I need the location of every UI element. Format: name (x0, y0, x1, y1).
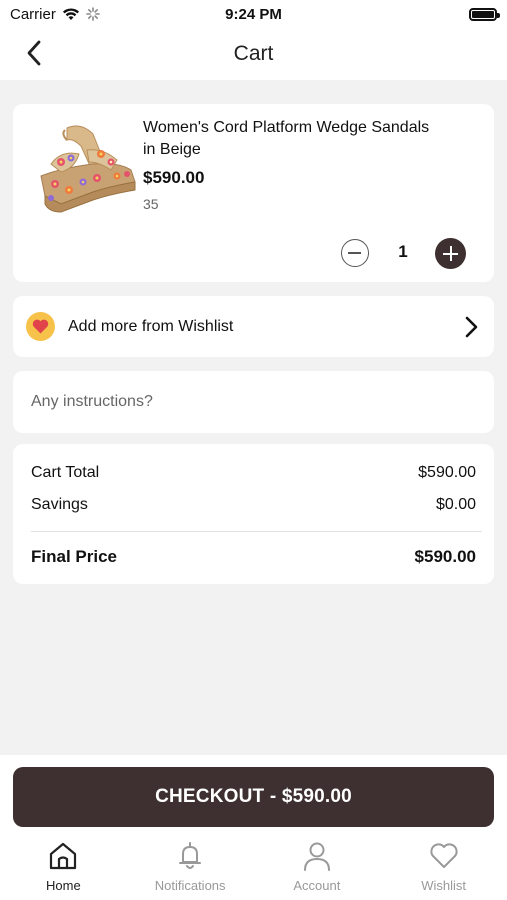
battery-icon (469, 7, 500, 21)
home-icon (50, 842, 77, 870)
carrier-label: Carrier (10, 5, 56, 23)
final-price-row: Final Price $590.00 (31, 547, 476, 567)
instructions-card (13, 371, 494, 433)
quantity-value: 1 (398, 242, 408, 261)
tab-notifications-label: Notifications (154, 878, 226, 893)
increase-quantity-button[interactable] (435, 238, 466, 269)
tab-account[interactable]: Account (254, 840, 381, 900)
tab-bar: Home Notifications Account Wishlist (0, 840, 507, 900)
price-summary-card: Cart Total $590.00 Savings $0.00 Final P… (13, 444, 494, 584)
status-left: Carrier (10, 6, 100, 23)
add-from-wishlist-row[interactable]: Add more from Wishlist (13, 296, 494, 357)
savings-value: $0.00 (435, 496, 476, 513)
cart-total-label: Cart Total (31, 464, 100, 481)
bell-icon (179, 842, 202, 869)
cart-total-row: Cart Total $590.00 (31, 464, 476, 482)
heart-icon (32, 319, 49, 334)
decrease-quantity-button[interactable] (341, 239, 369, 267)
tab-account-label: Account (293, 878, 341, 893)
final-price-label: Final Price (31, 547, 117, 566)
nav-bar: Cart (0, 28, 507, 80)
tab-wishlist[interactable]: Wishlist (380, 840, 507, 900)
summary-divider (31, 531, 482, 532)
back-chevron-icon[interactable] (20, 38, 50, 68)
wishlist-label: Add more from Wishlist (68, 318, 234, 335)
savings-row: Savings $0.00 (31, 496, 476, 514)
status-bar: Carrier 9:24 PM (0, 0, 507, 28)
cart-item-card: Women's Cord Platform Wedge Sandals in B… (13, 104, 494, 282)
checkout-button[interactable]: CHECKOUT - $590.00 (13, 767, 494, 827)
heart-outline-icon (430, 843, 458, 868)
product-name[interactable]: Women's Cord Platform Wedge Sandals in B… (143, 117, 433, 161)
activity-spinner-icon (86, 7, 100, 21)
cart-total-value: $590.00 (418, 464, 476, 481)
tab-home[interactable]: Home (0, 840, 127, 900)
user-icon (303, 842, 330, 871)
product-size: 35 (143, 196, 159, 212)
tab-notifications[interactable]: Notifications (127, 840, 254, 900)
tab-home-label: Home (46, 878, 81, 893)
savings-label: Savings (31, 496, 88, 513)
page-title: Cart (233, 42, 274, 65)
wifi-icon (62, 8, 79, 20)
instructions-input[interactable] (13, 371, 494, 433)
final-price-value: $590.00 (414, 547, 476, 566)
product-price: $590.00 (143, 168, 205, 187)
tab-wishlist-label: Wishlist (421, 878, 467, 893)
wishlist-heart-badge (26, 312, 55, 341)
chevron-right-icon (465, 316, 478, 338)
product-image[interactable] (31, 120, 139, 220)
